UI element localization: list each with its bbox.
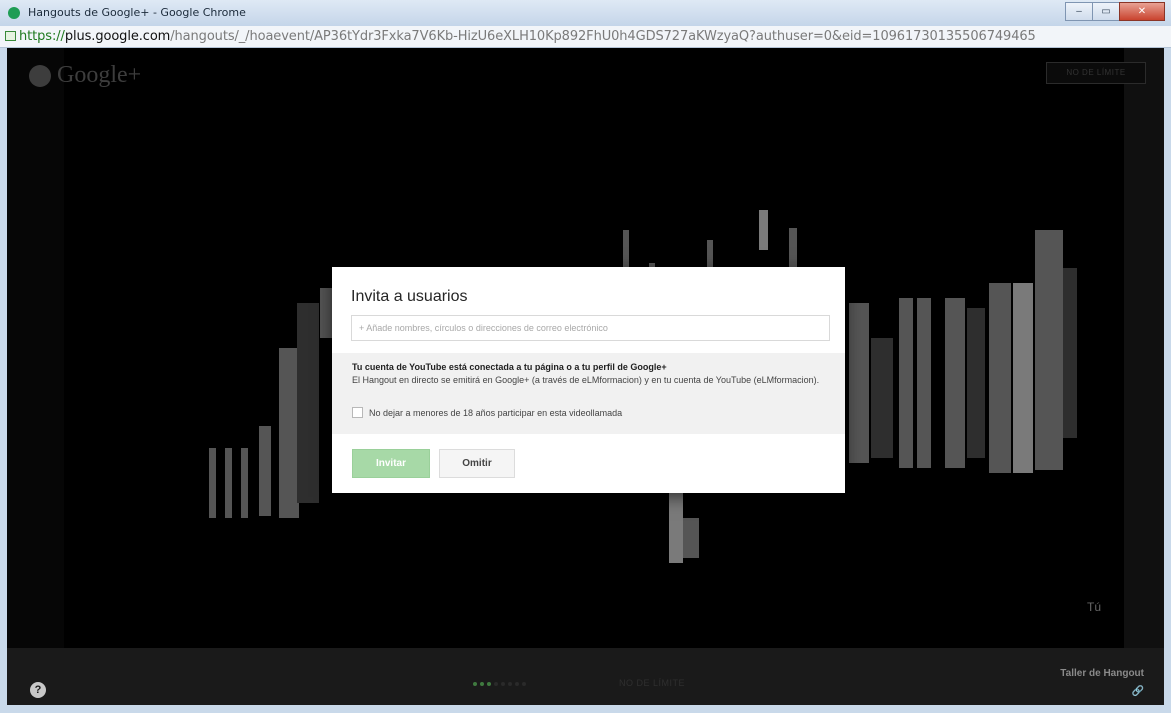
video-bar [209, 448, 216, 518]
skip-button[interactable]: Omitir [439, 449, 515, 478]
lock-icon [5, 31, 16, 41]
bottom-no-limit-label: NO DE LÍMITE [619, 678, 686, 688]
hangouts-favicon-icon [8, 7, 20, 19]
minors-checkbox[interactable] [352, 407, 363, 418]
signal-dot [480, 682, 484, 686]
video-bar [320, 288, 332, 338]
video-bar [849, 303, 869, 463]
url-scheme: https:// [19, 29, 65, 44]
help-icon[interactable]: ? [30, 682, 46, 698]
address-bar[interactable]: https://plus.google.com/hangouts/_/hoaev… [0, 26, 1171, 48]
signal-indicator [473, 682, 526, 686]
video-bar [279, 348, 299, 518]
close-button[interactable]: ✕ [1119, 2, 1165, 21]
bottom-toolbar: ? NO DE LÍMITE Taller de Hangout 🔗 [7, 648, 1164, 705]
signal-dot [494, 682, 498, 686]
no-limit-button[interactable]: NO DE LÍMITE [1046, 62, 1146, 84]
invite-button[interactable]: Invitar [352, 449, 430, 478]
hangout-workshop-label: Taller de Hangout [1060, 668, 1144, 679]
window-title: Hangouts de Google+ - Google Chrome [28, 6, 246, 19]
video-bar [899, 298, 913, 468]
video-bar [683, 518, 699, 558]
self-video-label: Tú [1087, 600, 1102, 614]
video-bar [871, 338, 893, 458]
video-bar [225, 448, 232, 518]
youtube-connected-notice: Tu cuenta de YouTube está conectada a tu… [352, 362, 667, 372]
signal-dot [508, 682, 512, 686]
video-bar [241, 448, 248, 518]
signal-dot [522, 682, 526, 686]
invite-dialog: Invita a usuarios Tu cuenta de YouTube e… [332, 267, 845, 493]
signal-dot [487, 682, 491, 686]
broadcast-info-text: El Hangout en directo se emitirá en Goog… [352, 375, 820, 385]
video-bar [623, 230, 629, 270]
window-controls: – ▭ ✕ [1065, 2, 1165, 21]
logo-text: Google+ [57, 62, 142, 88]
minors-checkbox-label[interactable]: No dejar a menores de 18 años participar… [369, 408, 622, 418]
url-path: /hangouts/_/hoaevent/AP36tYdr3Fxka7V6Kb-… [170, 29, 1036, 44]
signal-dot [515, 682, 519, 686]
video-bar [669, 488, 683, 563]
video-bar [1013, 283, 1033, 473]
right-panel [1124, 48, 1164, 648]
video-bar [707, 240, 713, 268]
video-bar [297, 303, 319, 503]
video-bar [967, 308, 985, 458]
dialog-title: Invita a usuarios [351, 288, 468, 305]
video-bar [989, 283, 1011, 473]
minors-checkbox-row[interactable]: No dejar a menores de 18 años participar… [352, 407, 622, 418]
video-bar [917, 298, 931, 468]
video-bar [945, 298, 965, 468]
link-icon[interactable]: 🔗 [1132, 686, 1144, 697]
youtube-info-panel: Tu cuenta de YouTube está conectada a tu… [332, 353, 845, 434]
minimize-button[interactable]: – [1065, 2, 1093, 21]
signal-dot [473, 682, 477, 686]
window-titlebar: Hangouts de Google+ - Google Chrome – ▭ … [0, 0, 1171, 27]
url-text[interactable]: https://plus.google.com/hangouts/_/hoaev… [19, 29, 1036, 44]
hangouts-logo-icon [29, 64, 51, 87]
video-bar [1035, 230, 1063, 470]
url-host: plus.google.com [64, 29, 171, 44]
video-bar [759, 210, 768, 250]
maximize-button[interactable]: ▭ [1092, 2, 1120, 21]
video-bar [1063, 268, 1077, 438]
video-bar [789, 228, 797, 268]
video-bar [259, 426, 271, 516]
signal-dot [501, 682, 505, 686]
google-plus-logo: Google+ [29, 62, 141, 89]
invite-input[interactable] [351, 315, 830, 341]
